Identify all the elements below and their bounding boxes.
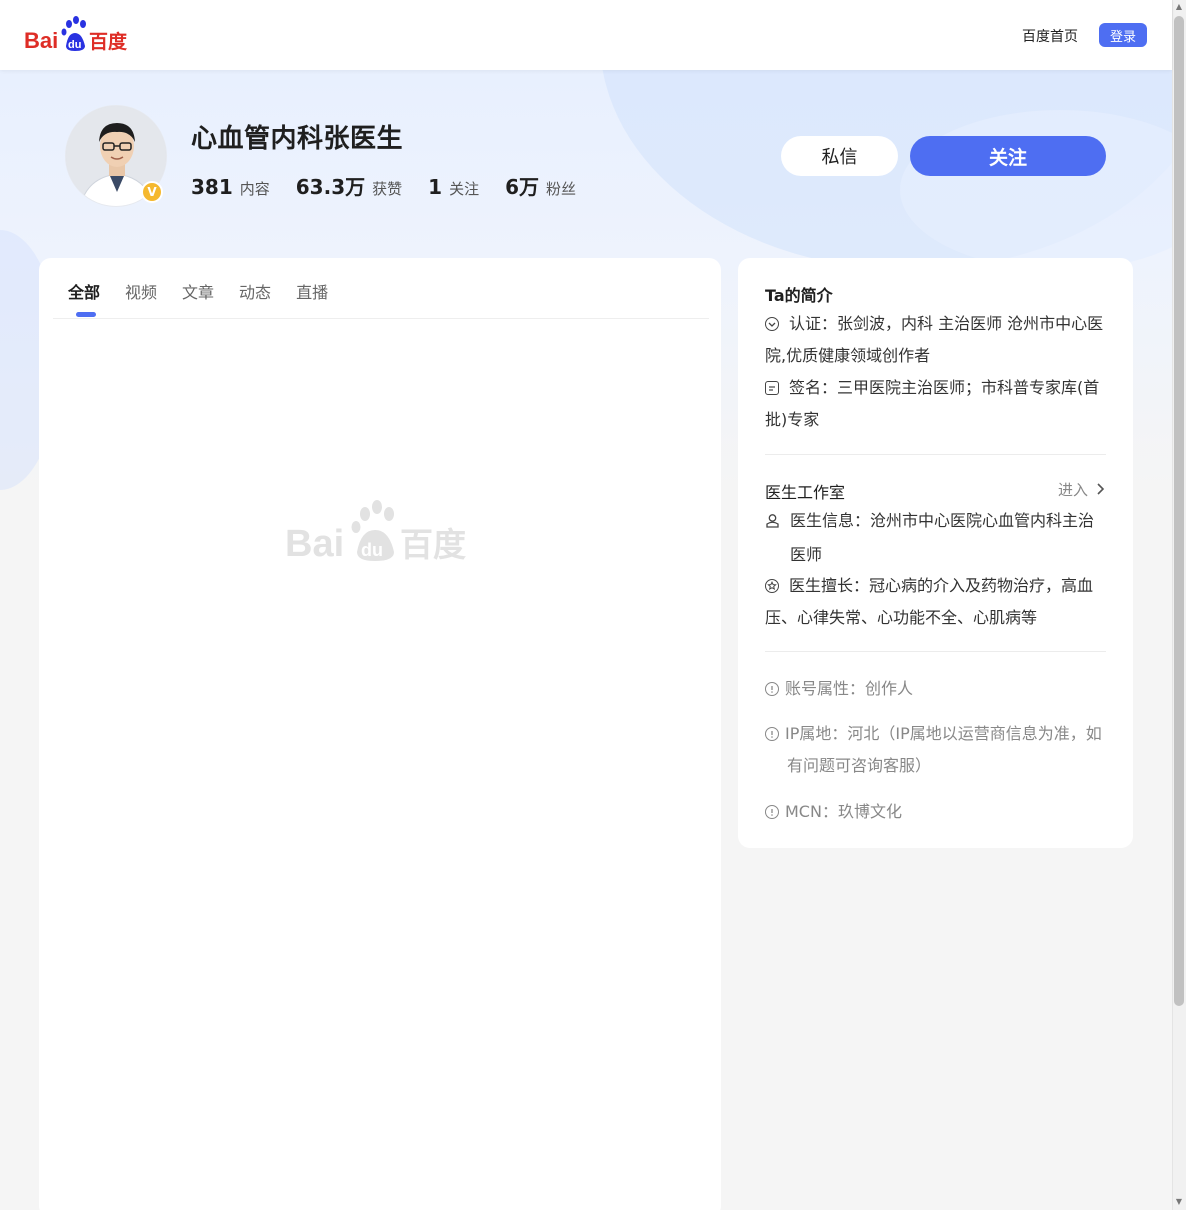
account-type-value: 账号属性：创作人 bbox=[785, 679, 914, 698]
profile-name: 心血管内科张医生 bbox=[191, 124, 404, 154]
ip-location-value: IP属地：河北（IP属地以运营商信息为准，如有问题可咨询客服） bbox=[785, 724, 1102, 775]
note-icon bbox=[765, 381, 779, 395]
follow-button[interactable]: 关注 bbox=[910, 136, 1106, 176]
signature-value: 签名：三甲医院主治医师；市科普专家库(首批)专家 bbox=[765, 378, 1100, 429]
certification-value: 认证：张剑波，内科 主治医师 沧州市中心医院,优质健康领域创作者 bbox=[765, 314, 1104, 365]
stat-content[interactable]: 381 内容 bbox=[191, 175, 270, 199]
doctor-info-text: 医生信息：沧州市中心医院心血管内科主治医师 bbox=[765, 505, 1107, 571]
verified-check-icon bbox=[765, 317, 779, 331]
stat-value: 1 bbox=[428, 175, 443, 199]
baidu-logo[interactable]: Bai du 百度 bbox=[24, 16, 128, 54]
stat-likes: 63.3万 获赞 bbox=[296, 171, 402, 200]
content-tabs: 全部 视频 文章 动态 直播 bbox=[68, 279, 353, 317]
tab-article[interactable]: 文章 bbox=[182, 279, 214, 303]
mcn-text: MCN：玖博文化 bbox=[765, 796, 1107, 828]
tab-divider bbox=[53, 318, 709, 319]
info-circle-icon bbox=[765, 682, 779, 696]
info-circle-icon bbox=[765, 805, 779, 819]
studio-enter-label: 进入 bbox=[1058, 481, 1089, 499]
stat-value: 63.3万 bbox=[295, 175, 366, 199]
scrollbar-thumb[interactable] bbox=[1174, 16, 1184, 1006]
stat-value: 6万 bbox=[505, 175, 539, 199]
account-type-text: 账号属性：创作人 bbox=[765, 673, 1107, 705]
login-button[interactable]: 登录 bbox=[1099, 23, 1147, 47]
baidu-home-link[interactable]: 百度首页 bbox=[1022, 26, 1078, 46]
studio-enter-link[interactable]: 进入 bbox=[1058, 479, 1105, 500]
stat-label: 关注 bbox=[449, 180, 480, 198]
svg-text:du: du bbox=[361, 540, 383, 560]
stat-following[interactable]: 1 关注 bbox=[428, 175, 479, 199]
chevron-right-icon bbox=[1096, 481, 1105, 499]
ip-location-text: IP属地：河北（IP属地以运营商信息为准，如有问题可咨询客服） bbox=[765, 718, 1107, 782]
intro-title: Ta的简介 bbox=[765, 286, 833, 305]
mcn-value: MCN：玖博文化 bbox=[785, 802, 902, 821]
tab-dynamic[interactable]: 动态 bbox=[239, 279, 271, 303]
svg-text:Bai: Bai bbox=[285, 523, 344, 564]
doctor-specialty-value: 医生擅长：冠心病的介入及药物治疗，高血压、心律失常、心功能不全、心肌病等 bbox=[765, 576, 1094, 627]
svg-text:Bai: Bai bbox=[24, 28, 58, 53]
scroll-down-arrow-icon[interactable]: ▼ bbox=[1174, 1197, 1184, 1207]
tab-video[interactable]: 视频 bbox=[125, 279, 157, 303]
stat-label: 获赞 bbox=[372, 180, 403, 198]
profile-stats: 381 内容 63.3万 获赞 1 关注 6万 粉丝 bbox=[191, 171, 602, 200]
section-divider bbox=[765, 651, 1106, 652]
stat-value: 381 bbox=[191, 175, 233, 199]
doctor-specialty-text: 医生擅长：冠心病的介入及药物治疗，高血压、心律失常、心功能不全、心肌病等 bbox=[765, 570, 1107, 634]
signature-text: 签名：三甲医院主治医师；市科普专家库(首批)专家 bbox=[765, 372, 1107, 436]
tab-live[interactable]: 直播 bbox=[296, 279, 328, 303]
doctor-studio-title: 医生工作室 bbox=[765, 483, 846, 502]
section-divider bbox=[765, 454, 1106, 455]
content-feed-card: 全部 视频 文章 动态 直播 Bai du 百度 bbox=[39, 258, 721, 1210]
certification-text: 认证：张剑波，内科 主治医师 沧州市中心医院,优质健康领域创作者 bbox=[765, 308, 1107, 372]
scroll-up-arrow-icon[interactable]: ▲ bbox=[1174, 2, 1184, 12]
tab-all[interactable]: 全部 bbox=[68, 279, 100, 317]
loading-placeholder-logo: Bai du 百度 bbox=[285, 500, 466, 564]
svg-text:du: du bbox=[68, 39, 81, 51]
verified-badge-icon: V bbox=[141, 181, 163, 203]
star-circle-icon bbox=[765, 579, 779, 593]
stat-label: 粉丝 bbox=[546, 180, 577, 198]
stat-fans[interactable]: 6万 粉丝 bbox=[505, 171, 576, 200]
doctor-info-value: 医生信息：沧州市中心医院心血管内科主治医师 bbox=[790, 511, 1095, 564]
private-message-button[interactable]: 私信 bbox=[781, 136, 898, 176]
svg-text:百度: 百度 bbox=[89, 30, 128, 53]
doctor-icon bbox=[765, 507, 780, 539]
profile-intro-card: Ta的简介 认证：张剑波，内科 主治医师 沧州市中心医院,优质健康领域创作者 签… bbox=[738, 258, 1133, 848]
info-circle-icon bbox=[765, 727, 779, 741]
top-navigation-bar: Bai du 百度 百度首页 登录 bbox=[0, 0, 1172, 70]
stat-label: 内容 bbox=[239, 180, 270, 198]
svg-text:百度: 百度 bbox=[400, 525, 466, 564]
